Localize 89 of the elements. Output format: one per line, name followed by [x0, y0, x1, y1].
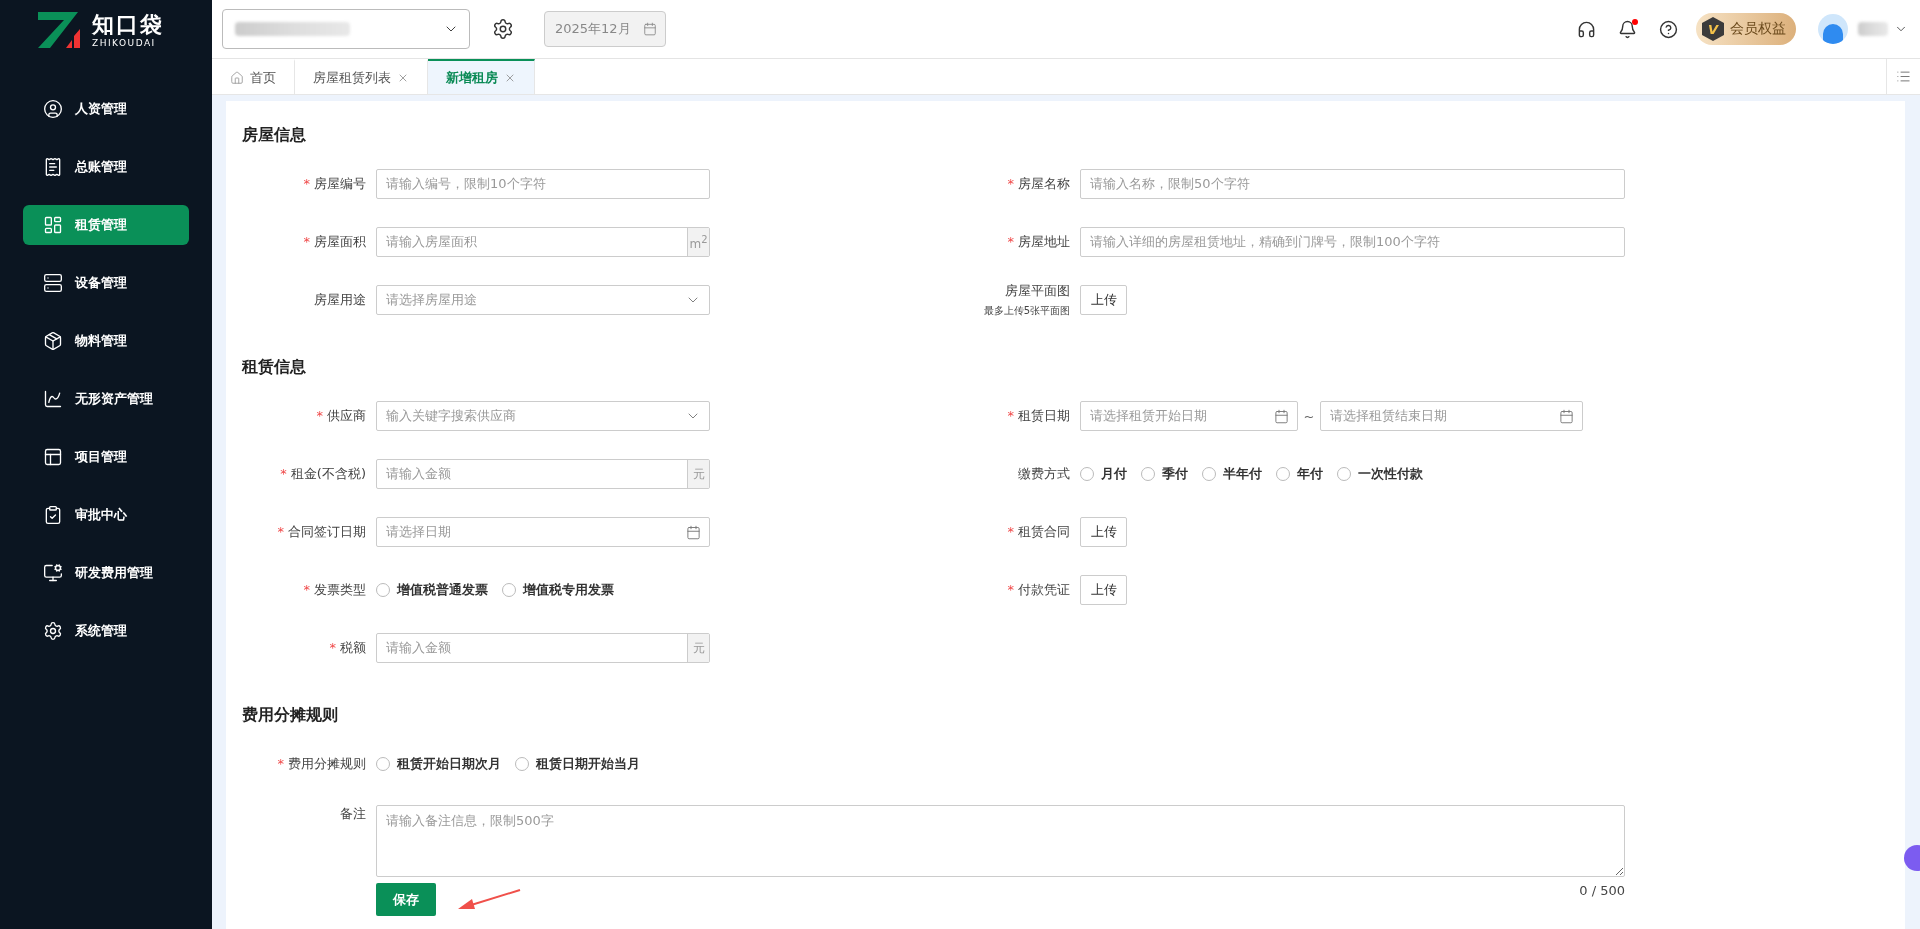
- sidebar-item[interactable]: 设备管理: [23, 263, 189, 303]
- radio-label[interactable]: 一次性付款: [1358, 465, 1423, 483]
- radio-label[interactable]: 增值税普通发票: [397, 581, 488, 599]
- range-separator: ~: [1302, 408, 1316, 424]
- field-label: 房屋用途: [314, 291, 366, 309]
- radio-label[interactable]: 增值税专用发票: [523, 581, 614, 599]
- field-label: * 房屋地址: [1007, 233, 1070, 251]
- sidebar-item[interactable]: 研发费用管理: [23, 553, 189, 593]
- upload-button[interactable]: 上传: [1080, 285, 1127, 315]
- company-select[interactable]: [222, 9, 470, 49]
- radio-label[interactable]: 月付: [1101, 465, 1127, 483]
- radio-button[interactable]: [376, 757, 390, 771]
- logo-name: 知口袋: [92, 12, 164, 38]
- headset-icon[interactable]: [1577, 19, 1596, 39]
- calendar-icon: [643, 22, 657, 36]
- sidebar-item[interactable]: 租赁管理: [23, 205, 189, 245]
- section-title: 房屋信息: [242, 123, 307, 146]
- monitor-gear-icon: [43, 563, 63, 583]
- help-icon[interactable]: [1659, 19, 1678, 39]
- radio-label[interactable]: 年付: [1297, 465, 1323, 483]
- radio-label[interactable]: 租赁开始日期次月: [397, 755, 501, 773]
- unit-label: m$^{2}$: [687, 228, 709, 256]
- radio-label[interactable]: 季付: [1162, 465, 1188, 483]
- list-icon[interactable]: [1896, 69, 1911, 84]
- sidebar-item[interactable]: 审批中心: [23, 495, 189, 535]
- annotation-arrow: [456, 887, 522, 912]
- field-label: * 租金(不含税): [280, 465, 366, 483]
- field-label: * 付款凭证: [1007, 581, 1070, 599]
- vip-badge: V: [1702, 17, 1724, 41]
- radio-button[interactable]: [515, 757, 529, 771]
- sidebar-item[interactable]: 系统管理: [23, 611, 189, 651]
- settings-icon[interactable]: [492, 18, 514, 40]
- field-label: 备注: [340, 805, 366, 823]
- unit-label: 元: [687, 634, 709, 662]
- field-label: * 供应商: [316, 407, 366, 425]
- blurred-text: [1858, 22, 1888, 36]
- field-label: * 房屋面积: [303, 233, 366, 251]
- calendar-icon: [1274, 408, 1289, 424]
- field-label: * 租赁合同: [1007, 523, 1070, 541]
- calendar-icon: [686, 524, 701, 540]
- field-label: * 房屋编号: [303, 175, 366, 193]
- remark-textarea[interactable]: 请输入备注信息，限制500字: [376, 805, 1625, 877]
- field-label: * 房屋名称: [1007, 175, 1070, 193]
- field-hint: 最多上传5张平面图: [983, 304, 1070, 318]
- radio-button[interactable]: [376, 583, 390, 597]
- save-button[interactable]: 保存: [376, 883, 436, 916]
- radio-button[interactable]: [1141, 467, 1155, 481]
- logo-icon: [36, 10, 82, 50]
- radio-button[interactable]: [1080, 467, 1094, 481]
- panels-icon: [43, 447, 63, 467]
- radio-label[interactable]: 半年付: [1223, 465, 1262, 483]
- avatar[interactable]: [1818, 14, 1848, 44]
- field-label: * 税额: [329, 639, 366, 657]
- dashboard-icon: [43, 215, 63, 235]
- page-tab[interactable]: 新增租房: [428, 59, 535, 94]
- radio-button[interactable]: [1202, 467, 1216, 481]
- user-circle-icon: [43, 99, 63, 119]
- home-icon: [230, 70, 244, 85]
- unit-label: 元: [687, 460, 709, 488]
- field-label: * 发票类型: [303, 581, 366, 599]
- field-label: * 合同签订日期: [277, 523, 366, 541]
- calendar-icon: [1559, 408, 1574, 424]
- chart-icon: [43, 389, 63, 409]
- package-icon: [43, 331, 63, 351]
- radio-button[interactable]: [1276, 467, 1290, 481]
- section-title: 租赁信息: [242, 355, 307, 378]
- radio-button[interactable]: [502, 583, 516, 597]
- sidebar-item[interactable]: 物料管理: [23, 321, 189, 361]
- member-benefits-button[interactable]: V 会员权益: [1696, 13, 1796, 45]
- receipt-icon: [43, 157, 63, 177]
- field-label: * 费用分摊规则: [277, 755, 366, 773]
- sidebar-item[interactable]: 无形资产管理: [23, 379, 189, 419]
- notification-icon[interactable]: [1618, 19, 1637, 39]
- settings-icon: [43, 621, 63, 641]
- radio-button[interactable]: [1337, 467, 1351, 481]
- upload-button[interactable]: 上传: [1080, 517, 1127, 547]
- sidebar-item[interactable]: 人资管理: [23, 89, 189, 129]
- sidebar-item[interactable]: 项目管理: [23, 437, 189, 477]
- logo-subtitle: ZHIKOUDAI: [92, 38, 157, 48]
- sidebar-item[interactable]: 总账管理: [23, 147, 189, 187]
- radio-label[interactable]: 租赁日期开始当月: [536, 755, 640, 773]
- clipboard-check-icon: [43, 505, 63, 525]
- server-icon: [43, 273, 63, 293]
- field-label: 房屋平面图: [1005, 282, 1070, 300]
- character-counter: 0 / 500: [1579, 883, 1625, 898]
- field-label: 缴费方式: [1018, 465, 1070, 483]
- section-title: 费用分摊规则: [242, 703, 339, 726]
- field-label: * 租赁日期: [1007, 407, 1070, 425]
- upload-button[interactable]: 上传: [1080, 575, 1127, 605]
